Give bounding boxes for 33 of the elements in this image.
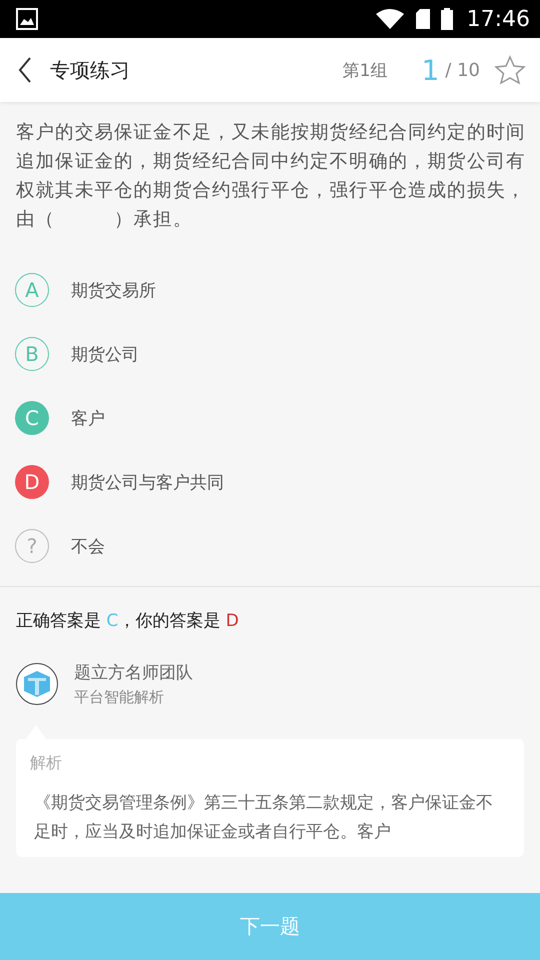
group-label: 第1组 <box>342 60 388 82</box>
page-title: 专项练习 <box>50 56 131 84</box>
answer-option[interactable]: ? 不会 <box>0 514 540 578</box>
clock-time: 17:46 <box>466 6 530 32</box>
option-letter: D <box>15 465 49 499</box>
image-icon <box>16 8 38 30</box>
option-text: 期货公司 <box>71 344 139 366</box>
total-count: / 10 <box>445 60 480 80</box>
answer-option[interactable]: C 客户 <box>0 386 540 450</box>
wifi-icon <box>374 8 405 30</box>
option-text: 客户 <box>71 408 105 430</box>
sim-icon <box>414 8 431 30</box>
unknown-marker: ? <box>15 529 49 563</box>
option-text: 期货公司与客户共同 <box>71 472 224 494</box>
battery-icon <box>440 8 453 30</box>
back-icon[interactable] <box>18 57 32 83</box>
author-name: 题立方名师团队 <box>74 662 193 684</box>
answer-option[interactable]: A 期货交易所 <box>0 258 540 322</box>
analysis-title: 解析 <box>30 753 63 774</box>
author-subtitle: 平台智能解析 <box>74 688 165 707</box>
option-letter: C <box>15 401 49 435</box>
logo-avatar <box>16 663 58 705</box>
answer-result: 正确答案是 C，你的答案是 D <box>15 610 240 633</box>
analysis-text: 《期货交易管理条例》第三十五条第二款规定，客户保证金不足时，应当及时追加保证金或者自行平仓。客户 <box>33 792 494 844</box>
answer-option[interactable]: D 期货公司与客户共同 <box>0 450 540 514</box>
option-text: 期货交易所 <box>71 280 156 302</box>
option-letter: A <box>15 273 49 307</box>
question-text: 客户的交易保证金不足，又未能按期货经纪合同约定的时间追加保证金的，期货经纪合同中约定不明确的，期货公司有权就其未平仓的期货合约强行平仓，强行平仓造成的损失，由（ ）承担。 <box>15 121 527 232</box>
option-text: 不会 <box>71 536 105 558</box>
current-number: 1 <box>421 54 440 86</box>
answer-option[interactable]: B 期货公司 <box>0 322 540 386</box>
option-letter: B <box>15 337 49 371</box>
star-icon[interactable] <box>494 55 526 85</box>
